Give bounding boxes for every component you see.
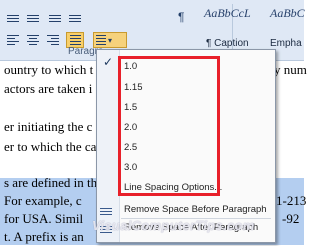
align-left-icon[interactable]: [4, 32, 22, 48]
style-name-caption[interactable]: ¶ Caption: [206, 38, 249, 49]
doc-line-fragment: -92: [282, 211, 300, 226]
doc-line: s are defined in th: [4, 175, 98, 190]
doc-line: actors are taken i: [4, 81, 93, 96]
decrease-indent-icon[interactable]: [46, 10, 64, 26]
chevron-down-icon: ▾: [108, 35, 113, 45]
annotation-highlight-box: [118, 56, 220, 196]
style-name-emphasis[interactable]: Empha: [270, 38, 302, 49]
doc-line: t. A prefix is an: [4, 229, 84, 244]
doc-line: For example, c: [4, 193, 82, 208]
align-center-icon[interactable]: [24, 32, 42, 48]
bullets-icon[interactable]: [4, 10, 22, 26]
doc-line: er initiating the c: [4, 119, 93, 134]
doc-line: ountry to which t: [4, 62, 94, 77]
line-spacing-icon: [96, 35, 106, 45]
increase-indent-icon[interactable]: [66, 10, 84, 26]
menu-item-remove-space-before[interactable]: Remove Space Before Paragraph: [124, 204, 267, 215]
watermark: VisualComputerTips.com: [92, 218, 255, 233]
doc-line-fragment: y num: [274, 62, 307, 77]
style-preview-emphasis[interactable]: AaBbC: [270, 6, 305, 21]
show-formatting-icon[interactable]: ¶: [178, 10, 184, 24]
doc-line-fragment: 1-213: [276, 193, 307, 208]
checkmark-icon: ✓: [102, 55, 114, 69]
style-preview-caption[interactable]: AaBbCcL: [204, 6, 251, 21]
align-right-icon[interactable]: [44, 32, 62, 48]
numbering-icon[interactable]: [24, 10, 42, 26]
doc-line: er to which the ca: [4, 139, 97, 154]
doc-line: for USA. Simil: [4, 211, 84, 226]
